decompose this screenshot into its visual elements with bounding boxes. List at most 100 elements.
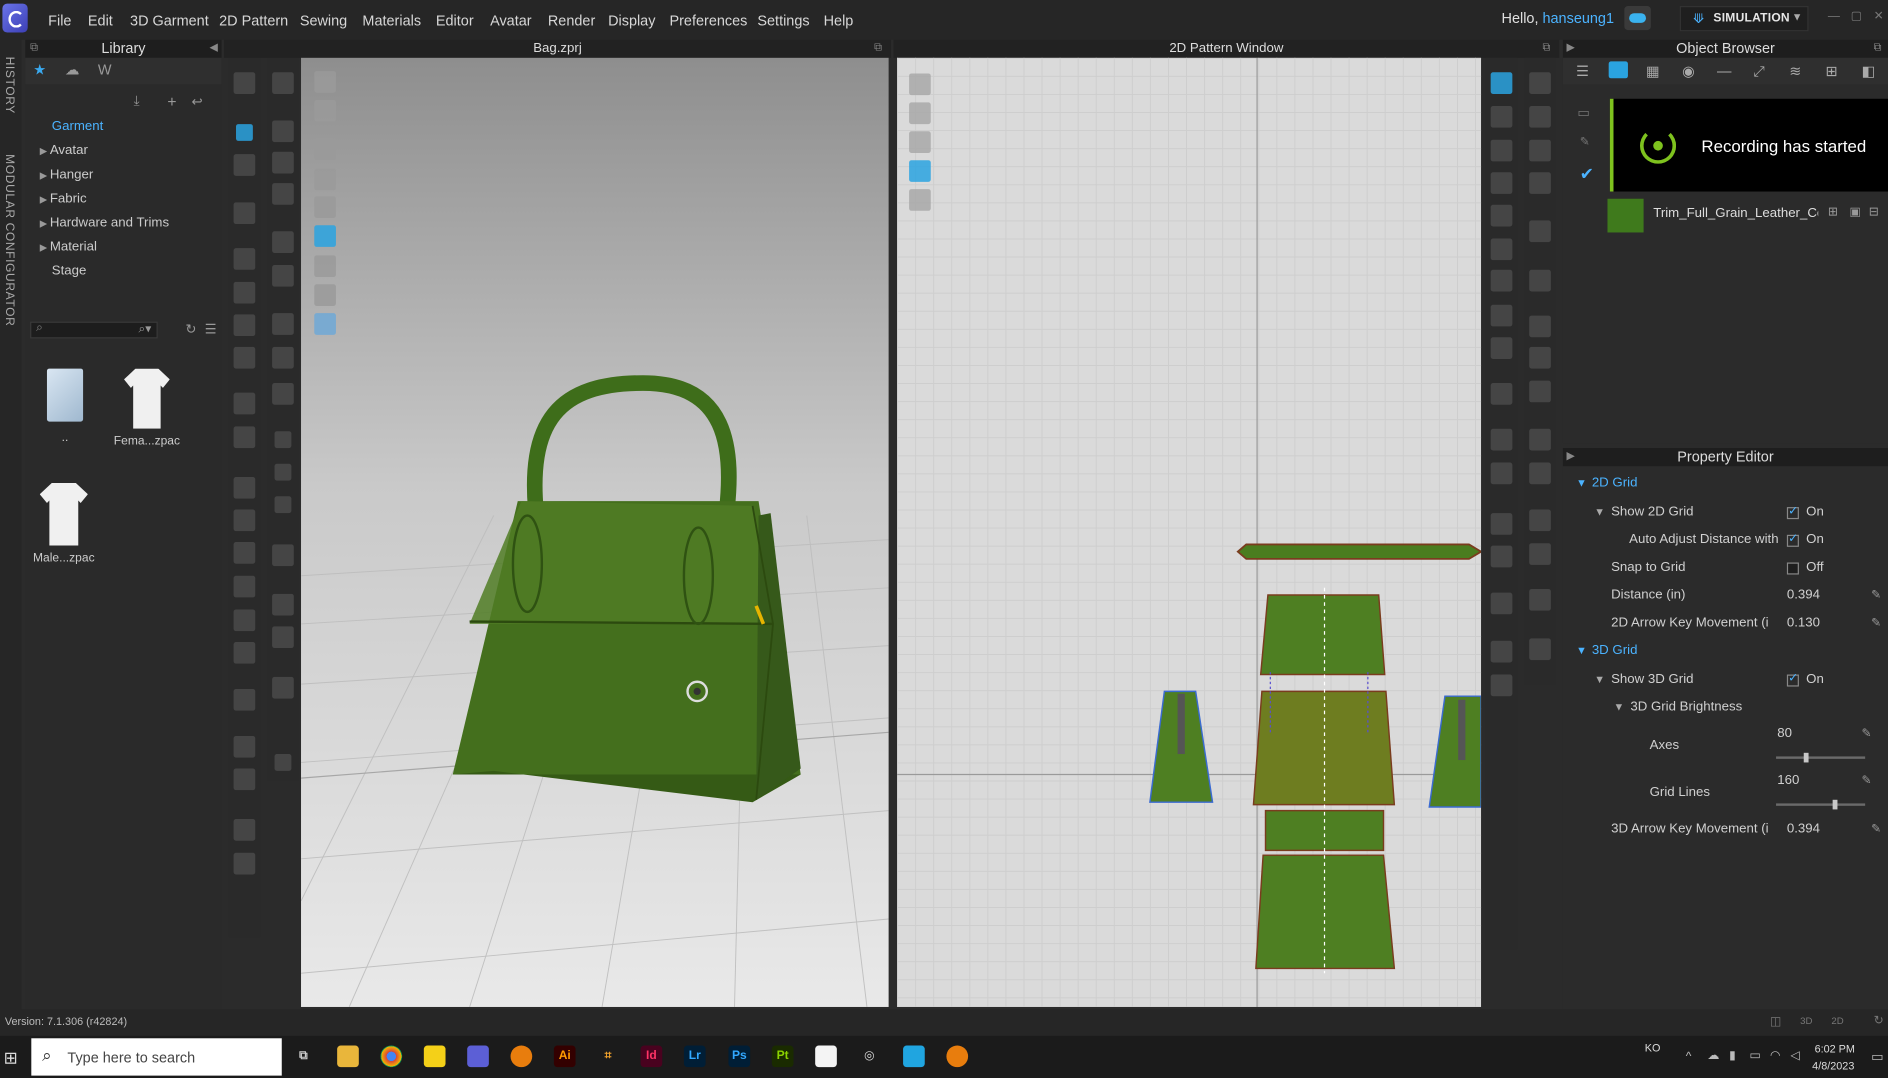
internal-rect-icon[interactable] — [1490, 238, 1513, 261]
button-icon[interactable] — [274, 431, 292, 449]
tack-icon[interactable] — [233, 281, 256, 304]
rectangle-icon[interactable] — [1490, 172, 1513, 194]
simulation-mode-button[interactable]: ⟱ SIMULATION ▼ — [1679, 6, 1809, 32]
thumb-male-zpac[interactable]: Male...zpac — [29, 483, 99, 565]
pattern-fill-icon[interactable] — [272, 346, 294, 369]
menu-materials[interactable]: Materials — [362, 12, 421, 29]
globe-icon[interactable] — [314, 313, 336, 335]
collapse-icon[interactable]: ◀ — [210, 41, 218, 54]
button-tab-icon[interactable]: ◉ — [1682, 63, 1695, 80]
notch-icon[interactable] — [1490, 383, 1513, 405]
material-swatch[interactable] — [1607, 198, 1644, 233]
tree-item-hanger[interactable]: ▶ Hanger — [40, 167, 94, 181]
edit-pen-icon[interactable]: ✎ — [1871, 617, 1881, 630]
texture-view-icon[interactable] — [314, 168, 336, 191]
text-tool-icon[interactable] — [1490, 513, 1513, 535]
collapse-right-icon[interactable]: ▶ — [1567, 41, 1575, 54]
lang-indicator[interactable]: KO — [1645, 1042, 1661, 1054]
select-move-icon[interactable] — [233, 72, 256, 94]
download-icon[interactable]: ⤓ — [134, 94, 140, 110]
snap-icon[interactable] — [274, 496, 292, 514]
pattern-tab-icon[interactable]: ▦ — [1646, 63, 1660, 80]
add-fabric-icon[interactable]: ▭ — [1577, 105, 1590, 120]
shirt-b-icon[interactable] — [233, 852, 256, 875]
tape-2d-icon[interactable] — [1529, 638, 1551, 661]
painter-icon[interactable]: Pt — [771, 1045, 794, 1068]
snap-to-grid-checkbox[interactable] — [1786, 562, 1799, 575]
walk-icon[interactable] — [272, 72, 294, 94]
topstitch-icon[interactable] — [1529, 462, 1551, 485]
shirt-a-icon[interactable] — [233, 819, 256, 841]
tree-item-material[interactable]: ▶ Material — [40, 240, 97, 254]
view-mode-icon[interactable] — [314, 71, 336, 93]
silhouette-icon[interactable] — [314, 196, 336, 219]
edit-pattern-icon[interactable] — [1529, 172, 1551, 194]
apply-check-icon[interactable]: ✔ — [1580, 164, 1594, 184]
pattern-select-icon[interactable] — [1490, 72, 1513, 94]
list-icon[interactable]: ☰ — [1576, 63, 1589, 80]
reset-layout-icon[interactable]: ↻ — [1874, 1014, 1884, 1027]
measure-icon[interactable] — [233, 392, 256, 415]
layout-split-icon[interactable]: ◫ — [1770, 1015, 1781, 1028]
distance-input[interactable]: 0.394 — [1787, 588, 1820, 602]
fold-arrange-icon[interactable] — [1529, 220, 1551, 243]
shirt-view-icon[interactable] — [314, 99, 336, 122]
brush-3d-icon[interactable] — [272, 151, 294, 174]
blender-2-icon[interactable] — [946, 1045, 969, 1068]
stitch-icon[interactable] — [233, 768, 256, 791]
cut-icon[interactable] — [272, 183, 294, 205]
maximize-icon[interactable]: ▢ — [1851, 10, 1863, 23]
modular-configurator-tab[interactable]: MODULAR CONFIGURATOR — [2, 154, 15, 326]
more-tab-icon[interactable]: ◧ — [1862, 63, 1876, 80]
tree-item-hardware[interactable]: ▶ Hardware and Trims — [40, 216, 169, 230]
pattern-layer-icon[interactable] — [1529, 380, 1551, 403]
cloud-sync-icon[interactable] — [1624, 6, 1651, 31]
menu-editor[interactable]: Editor — [436, 12, 474, 29]
edit-pen-icon[interactable]: ✎ — [1871, 823, 1881, 836]
add-material-icon[interactable]: ⊞ — [1828, 206, 1838, 219]
arrow-3d-input[interactable]: 0.394 — [1787, 821, 1820, 835]
crop-icon[interactable]: ⌗ — [597, 1046, 619, 1068]
close-icon[interactable]: ✕ — [1874, 10, 1886, 23]
axes-input[interactable]: 80 — [1777, 726, 1792, 740]
section-3d-grid[interactable]: ▼ 3D Grid — [1563, 642, 1888, 666]
garment-icon[interactable] — [233, 202, 256, 225]
tree-item-stage[interactable]: Stage — [52, 264, 87, 278]
edit-point-icon[interactable] — [1490, 105, 1513, 128]
indesign-icon[interactable]: Id — [640, 1045, 663, 1068]
tray-network-icon[interactable]: ▭ — [1750, 1049, 1761, 1062]
pose-icon[interactable] — [233, 509, 256, 532]
trim-icon[interactable] — [272, 313, 294, 335]
thumb-female-zpac[interactable]: Fema...zpac — [110, 368, 185, 448]
chevron-down-icon[interactable]: ▼ — [1792, 11, 1803, 23]
shirt-2d-icon[interactable] — [909, 102, 931, 125]
edit-curvature-icon[interactable] — [1529, 139, 1551, 162]
graphic-icon[interactable] — [1529, 346, 1551, 369]
favorites-star-icon[interactable]: ★ — [28, 61, 52, 80]
align-icon[interactable] — [274, 754, 292, 771]
task-view-icon[interactable]: ⧉ — [293, 1046, 315, 1068]
texture-2d-icon[interactable] — [1529, 315, 1551, 338]
tree-item-garment[interactable]: Garment — [52, 119, 104, 133]
viewport-2d[interactable] — [897, 57, 1482, 1007]
file-explorer-icon[interactable] — [337, 1045, 359, 1068]
tree-item-avatar[interactable]: ▶ Avatar — [40, 143, 88, 157]
fabric-tab-icon[interactable] — [1608, 61, 1628, 79]
obs-icon[interactable]: ◎ — [859, 1046, 881, 1068]
tray-volume-icon[interactable]: ◁ — [1790, 1049, 1799, 1062]
menu-preferences[interactable]: Preferences — [669, 12, 747, 29]
history-tab[interactable]: HISTORY — [2, 57, 15, 114]
pin-icon[interactable] — [233, 314, 256, 337]
clo-logo-icon[interactable] — [2, 3, 28, 33]
show-2d-grid-checkbox[interactable] — [1786, 505, 1799, 520]
menu-file[interactable]: File — [48, 12, 71, 29]
menu-display[interactable]: Display — [608, 12, 655, 29]
pen-3d-icon[interactable] — [272, 120, 294, 143]
back-icon[interactable]: ↩ — [191, 94, 202, 109]
texture-icon[interactable] — [272, 383, 294, 405]
list-view-icon[interactable]: ☰ — [205, 322, 217, 337]
tray-onedrive-icon[interactable]: ☁ — [1707, 1049, 1719, 1062]
refresh-icon[interactable]: ↻ — [185, 322, 196, 337]
axes-slider[interactable] — [1776, 752, 1866, 763]
hanger-icon[interactable] — [233, 575, 256, 598]
